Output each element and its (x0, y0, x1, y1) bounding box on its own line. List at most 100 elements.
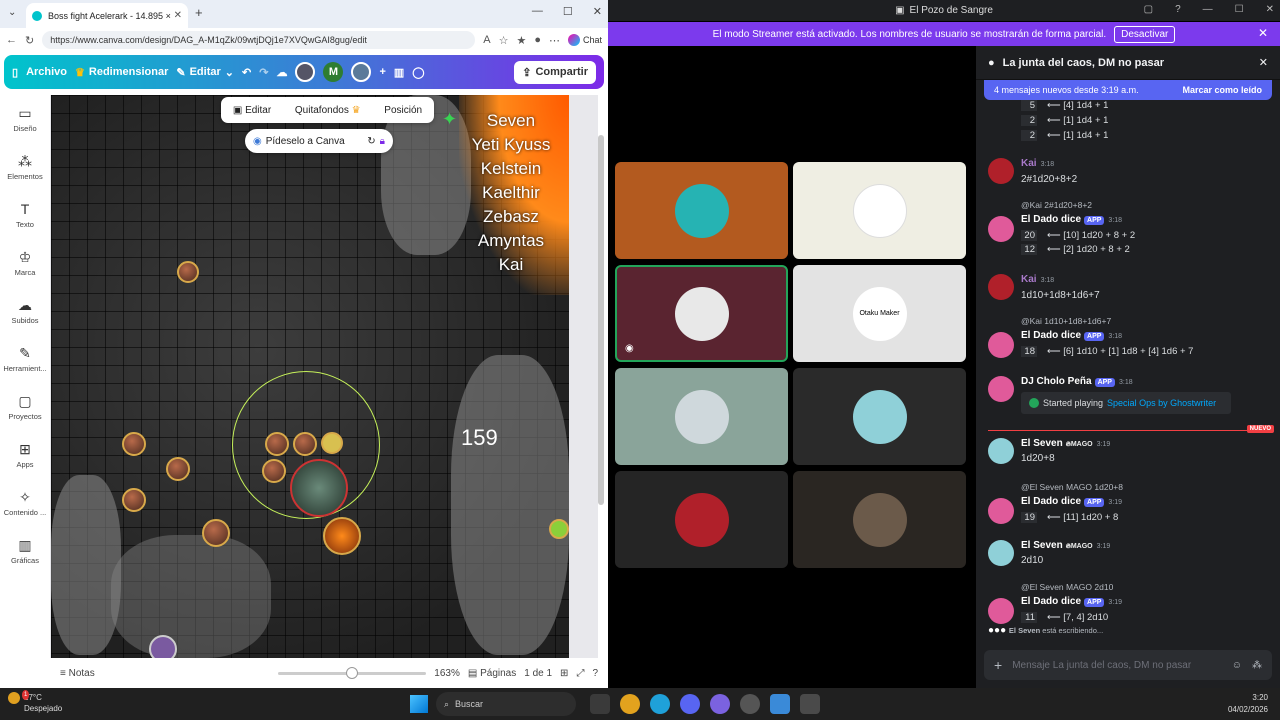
share-button[interactable]: ⇪ Compartir (514, 60, 596, 84)
sidebar-item-apps[interactable]: ⊞ Apps (0, 431, 50, 479)
username[interactable]: El Dado dice APP 3:19 (1021, 496, 1122, 507)
sidebar-item-graficas[interactable]: ▥ Gráficas (0, 527, 50, 575)
lock-icon[interactable]: 🔒︎ (380, 136, 385, 147)
discord-ptb-icon[interactable] (710, 694, 730, 714)
zoom-level[interactable]: 163% (434, 668, 460, 679)
sidebar-item-diseno[interactable]: ▭ Diseño (0, 95, 50, 143)
collaborator-avatar-2[interactable] (351, 62, 372, 82)
back-icon[interactable]: ← (6, 34, 17, 46)
player-name-list[interactable]: Seven Yeti Kyuss Kelstein Kaelthir Zebas… (459, 109, 563, 277)
otaku-maker-avatar-tile[interactable]: Otaku Maker (793, 265, 966, 362)
remove-background-button[interactable]: Quitafondos ♛ (295, 105, 361, 116)
emoji-icon[interactable]: ☺ (1232, 660, 1242, 671)
insights-chart-icon[interactable]: ▥ (394, 66, 404, 79)
player-token[interactable] (293, 432, 317, 456)
new-messages-bar[interactable]: 4 mensajes nuevos desde 3:19 a.m. Marcar… (984, 80, 1272, 100)
avatar[interactable] (988, 274, 1014, 300)
notes-button[interactable]: ≡ Notas (60, 668, 95, 679)
more-menu-icon[interactable]: ⋯ (549, 34, 560, 47)
discord-icon[interactable] (680, 694, 700, 714)
username[interactable]: DJ Cholo Peña APP 3:18 (1021, 376, 1133, 387)
deactivate-button[interactable]: Desactivar (1114, 25, 1176, 43)
tab-list-chevron-icon[interactable]: ⌄ (8, 7, 16, 18)
avatar[interactable] (988, 158, 1014, 184)
maximize-icon[interactable]: ☐ (563, 5, 573, 18)
username[interactable]: El Seven 🔥︎MAGO 3:19 (1021, 540, 1110, 551)
sidebar-item-subidos[interactable]: ☁ Subidos (0, 287, 50, 335)
santa-hat-avatar-tile[interactable]: ◉ (615, 265, 788, 362)
copilot-chat-button[interactable]: Chat (567, 34, 602, 46)
resize-button[interactable]: ♛ Redimensionar (75, 66, 168, 79)
position-button[interactable]: Posición (384, 105, 422, 116)
sidebar-item-herramientas[interactable]: ✎ Herramient... (0, 335, 50, 383)
player-token[interactable] (265, 432, 289, 456)
player-token[interactable] (177, 261, 199, 283)
add-collaborator-icon[interactable]: + (379, 66, 385, 78)
system-clock[interactable]: 3:20 04/02/2026 (1228, 692, 1268, 716)
rotate-icon[interactable]: ↻ (367, 136, 375, 147)
sidebar-item-elementos[interactable]: ⁂ Elementos (0, 143, 50, 191)
cat-avatar-tile[interactable] (615, 368, 788, 465)
grid-view-icon[interactable]: ⊞ (560, 668, 568, 679)
add-attachment-icon[interactable]: + (994, 657, 1002, 673)
player-token[interactable] (262, 459, 286, 483)
purple-token[interactable] (149, 635, 177, 658)
username[interactable]: Kai 3:18 (1021, 158, 1054, 169)
favorites-icon[interactable]: ★ (516, 34, 526, 47)
help-icon[interactable]: ? (592, 668, 598, 679)
file-explorer-icon[interactable] (590, 694, 610, 714)
inbox-icon[interactable]: ▢ (1144, 4, 1153, 15)
browser-tab[interactable]: Boss fight Acelerark - 14.895 × 1 ✕ (26, 3, 188, 28)
weather-widget[interactable]: 1 17°C Despejado (8, 690, 62, 714)
reply-reference[interactable]: @El Seven MAGO 1d20+8 (1021, 482, 1123, 492)
avatar[interactable] (988, 376, 1014, 402)
comment-icon[interactable]: ◯ (412, 66, 424, 79)
username[interactable]: El Dado dice APP 3:19 (1021, 596, 1122, 607)
player-token[interactable] (321, 432, 343, 454)
tab-close-icon[interactable]: ✕ (174, 10, 182, 21)
minimize-icon[interactable]: — (532, 5, 543, 18)
read-aloud-icon[interactable]: A (483, 34, 490, 46)
fire-elemental-token[interactable] (323, 517, 361, 555)
new-tab-icon[interactable]: + (195, 5, 203, 20)
message-input[interactable]: Mensaje La junta del caos, DM no pasar (1012, 660, 1222, 671)
edge-icon[interactable] (650, 694, 670, 714)
sidebar-item-marca[interactable]: ♔ Marca (0, 239, 50, 287)
apps-icon[interactable]: ⁂ (1252, 660, 1262, 671)
context-edit-button[interactable]: ▣ Editar (233, 105, 271, 116)
dark-hair-avatar-tile[interactable] (615, 471, 788, 568)
reply-reference[interactable]: @Kai 2#1d20+8+2 (1021, 200, 1092, 210)
player-token[interactable] (166, 457, 190, 481)
reply-reference[interactable]: @El Seven MAGO 2d10 (1021, 582, 1113, 592)
archivo-menu[interactable]: Archivo (26, 66, 67, 78)
url-field[interactable]: https://www.canva.com/design/DAG_A-M1qZk… (42, 31, 476, 49)
profile-avatar-icon[interactable]: ● (534, 34, 541, 46)
windows-start-icon[interactable] (410, 695, 428, 713)
chrome-icon[interactable] (620, 694, 640, 714)
username[interactable]: Kai 3:18 (1021, 274, 1054, 285)
photos-icon[interactable] (770, 694, 790, 714)
close-window-icon[interactable]: ✕ (593, 5, 602, 18)
reload-icon[interactable]: ↻ (25, 34, 34, 47)
maximize-icon[interactable]: ☐ (1235, 4, 1244, 15)
music-embed[interactable]: Started playing Special Ops by Ghostwrite… (1021, 392, 1231, 414)
message-composer[interactable]: + Mensaje La junta del caos, DM no pasar… (984, 650, 1272, 680)
song-link[interactable]: Special Ops by Ghostwriter (1107, 398, 1216, 408)
ask-canva-button[interactable]: ◉ Pídeselo a Canva ↻ 🔒︎ (245, 129, 393, 153)
design-canvas[interactable]: Seven Yeti Kyuss Kelstein Kaelthir Zebas… (50, 95, 598, 658)
bear-avatar-tile[interactable] (615, 162, 788, 259)
canvas-scrollbar[interactable] (598, 135, 604, 505)
battle-map-image[interactable]: Seven Yeti Kyuss Kelstein Kaelthir Zebas… (51, 95, 569, 658)
sidebar-item-contenido[interactable]: ✧ Contenido ... (0, 479, 50, 527)
player-token[interactable] (202, 519, 230, 547)
player-token[interactable] (122, 488, 146, 512)
username[interactable]: El Seven 🔥︎MAGO 3:19 (1021, 438, 1110, 449)
collaborator-avatar[interactable] (295, 62, 316, 82)
avatar[interactable] (988, 438, 1014, 464)
undo-icon[interactable]: ↶ (242, 66, 251, 79)
minimize-icon[interactable]: — (1203, 4, 1213, 15)
reindeer-avatar-tile[interactable] (793, 162, 966, 259)
username[interactable]: El Dado dice APP 3:18 (1021, 330, 1122, 341)
username[interactable]: El Dado dice APP 3:18 (1021, 214, 1122, 225)
boss-token[interactable] (290, 459, 348, 517)
